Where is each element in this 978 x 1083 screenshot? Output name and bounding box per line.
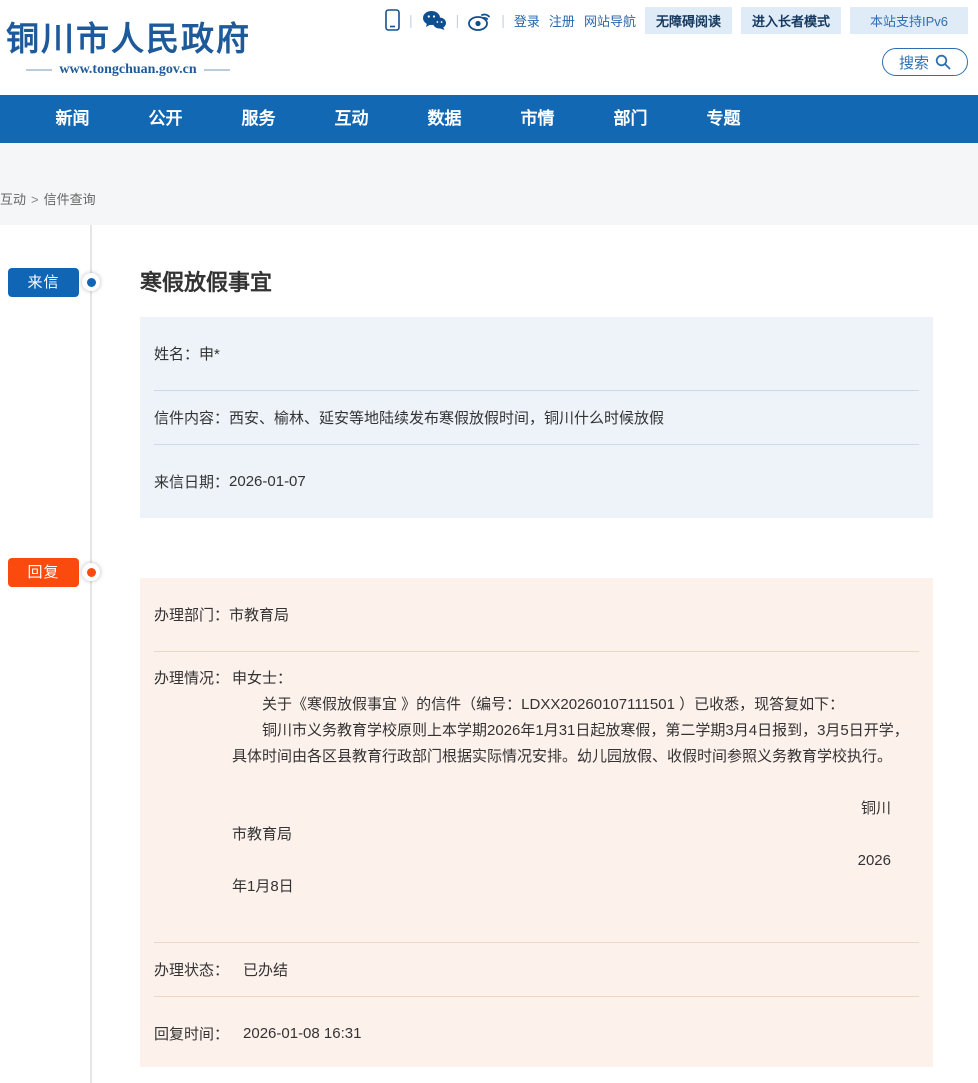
page-title: 寒假放假事宜: [140, 265, 272, 297]
search-icon: [935, 54, 951, 70]
separator: |: [456, 12, 460, 28]
nav-item-services[interactable]: 服务: [212, 95, 305, 143]
site-header: 铜川市人民政府 www.tongchuan.gov.cn | |: [0, 0, 978, 95]
name-label: 姓名：: [154, 343, 199, 364]
breadcrumb: 互动 > 信件查询: [0, 189, 96, 208]
wechat-icon[interactable]: [422, 10, 447, 31]
reply-detail-row: 办理情况： 申女士： 关于《寒假放假事宜 》的信件（编号：LDXX2026010…: [140, 652, 933, 942]
nav-item-open[interactable]: 公开: [119, 95, 212, 143]
detail-label: 办理情况：: [154, 666, 232, 942]
logo-dash-right: [204, 69, 230, 71]
reply-time-value: 2026-01-08 16:31: [243, 1025, 361, 1042]
accessibility-button[interactable]: 无障碍阅读: [645, 7, 732, 34]
nav-item-topics[interactable]: 专题: [677, 95, 770, 143]
nav-item-depts[interactable]: 部门: [584, 95, 677, 143]
status-value: 已办结: [243, 959, 288, 980]
reply-status-row: 办理状态： 已办结: [140, 943, 933, 996]
logo-dash-left: [26, 69, 52, 71]
name-value: 申*: [199, 343, 220, 364]
reply-time-row: 回复时间： 2026-01-08 16:31: [140, 997, 933, 1070]
main-nav: 新闻 公开 服务 互动 数据 市情 部门 专题: [0, 95, 978, 143]
reply-paragraph: 关于《寒假放假事宜 》的信件（编号：LDXX20260107111501 ）已收…: [232, 692, 919, 718]
login-link[interactable]: 登录: [514, 11, 540, 30]
nav-item-city[interactable]: 市情: [491, 95, 584, 143]
sitemap-link[interactable]: 网站导航: [584, 11, 636, 30]
breadcrumb-separator: >: [31, 192, 39, 207]
site-url: www.tongchuan.gov.cn: [59, 62, 196, 78]
breadcrumb-page[interactable]: 信件查询: [44, 192, 96, 207]
ipv6-badge[interactable]: 本站支持IPv6: [850, 7, 968, 34]
reply-timeline-dot: [82, 563, 100, 581]
letter-date-value: 2026-01-07: [229, 473, 306, 490]
nav-item-interact[interactable]: 互动: [305, 95, 398, 143]
signature-block: 铜川 市教育局 2026 年1月8日: [232, 796, 919, 900]
letter-info-box: 姓名：申* 信件内容：西安、榆林、延安等地陆续发布寒假放假时间，铜川什么时候放假…: [140, 317, 933, 518]
signature-line: 年1月8日: [232, 874, 919, 900]
register-link[interactable]: 注册: [549, 11, 575, 30]
main-content: 来信 寒假放假事宜 姓名：申* 信件内容：西安、榆林、延安等地陆续发布寒假放假时…: [0, 225, 978, 1083]
letter-content-label: 信件内容：: [154, 407, 229, 428]
separator: |: [409, 12, 413, 28]
signature-line: 市教育局: [232, 822, 919, 848]
nav-item-data[interactable]: 数据: [398, 95, 491, 143]
elder-mode-button[interactable]: 进入长者模式: [741, 7, 841, 34]
letter-content-row: 信件内容：西安、榆林、延安等地陆续发布寒假放假时间，铜川什么时候放假: [140, 391, 933, 444]
site-name: 铜川市人民政府: [6, 12, 250, 60]
nav-item-news[interactable]: 新闻: [26, 95, 119, 143]
site-url-row: www.tongchuan.gov.cn: [6, 62, 250, 78]
reply-time-label: 回复时间：: [154, 1023, 229, 1044]
breadcrumb-bar: 互动 > 信件查询: [0, 143, 978, 225]
letter-date-label: 来信日期：: [154, 471, 229, 492]
reply-paragraph: 铜川市义务教育学校原则上本学期2026年1月31日起放寒假，第二学期3月4日报到…: [232, 718, 919, 770]
detail-body: 申女士： 关于《寒假放假事宜 》的信件（编号：LDXX2026010711150…: [232, 666, 919, 942]
letter-badge: 来信: [8, 268, 79, 297]
breadcrumb-section[interactable]: 互动: [0, 192, 26, 207]
search-button[interactable]: 搜索: [882, 48, 968, 76]
reply-department-row: 办理部门：市教育局: [140, 578, 933, 651]
separator: |: [501, 12, 505, 28]
mobile-icon[interactable]: [385, 9, 400, 31]
signature-line: 2026: [232, 848, 919, 874]
reply-box: 办理部门：市教育局 办理情况： 申女士： 关于《寒假放假事宜 》的信件（编号：L…: [140, 578, 933, 1067]
search-label: 搜索: [899, 52, 929, 73]
weibo-icon[interactable]: [468, 10, 492, 31]
timeline-line: [90, 225, 92, 1083]
signature-line: 铜川: [232, 796, 919, 822]
utility-bar: | | | 登录 注册 网站导航 无障碍阅读 进入长者模式: [385, 8, 968, 32]
status-label: 办理状态：: [154, 959, 229, 980]
letter-timeline-dot: [82, 273, 100, 291]
site-logo[interactable]: 铜川市人民政府 www.tongchuan.gov.cn: [6, 12, 250, 78]
salutation: 申女士：: [232, 666, 919, 692]
department-value: 市教育局: [229, 604, 289, 625]
department-label: 办理部门：: [154, 604, 229, 625]
letter-name-row: 姓名：申*: [140, 317, 933, 390]
letter-date-row: 来信日期：2026-01-07: [140, 445, 933, 518]
letter-content-value: 西安、榆林、延安等地陆续发布寒假放假时间，铜川什么时候放假: [229, 407, 664, 428]
reply-badge: 回复: [8, 558, 79, 587]
